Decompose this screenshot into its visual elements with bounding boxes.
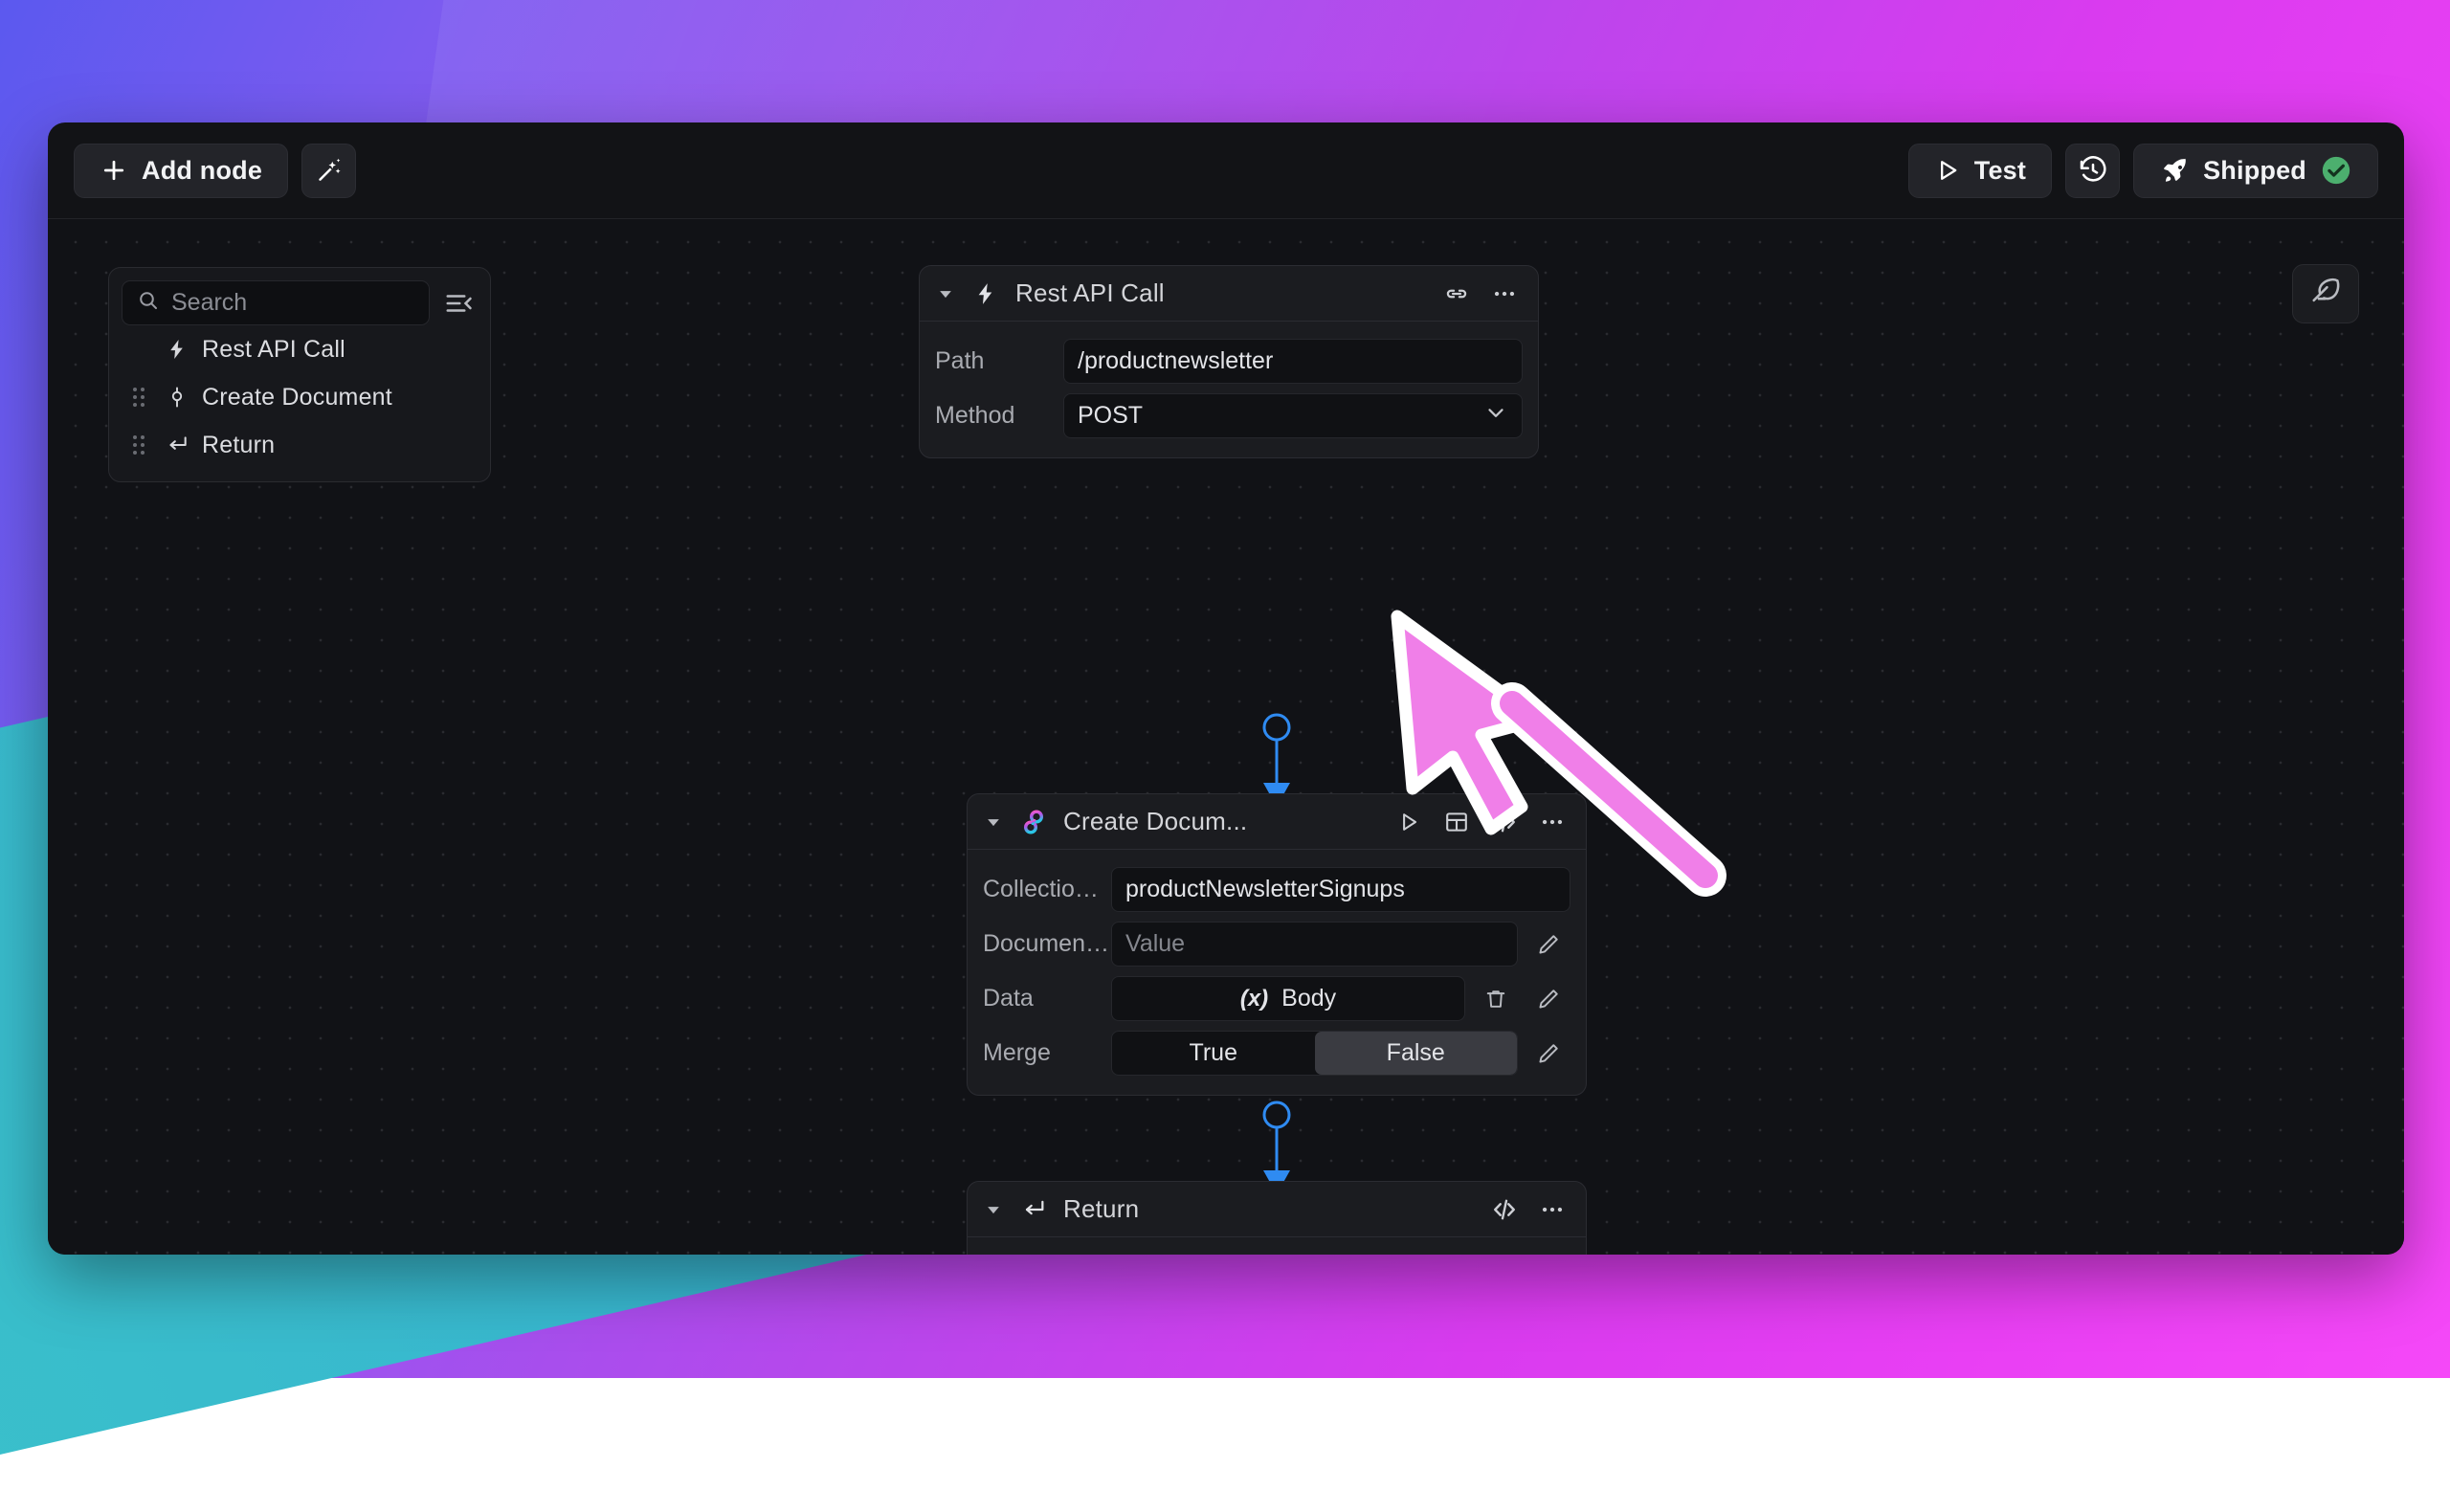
field-row-merge: Merge True False <box>983 1031 1570 1076</box>
data-variable-chip[interactable]: (x) Body <box>1111 976 1465 1021</box>
chevron-down-icon[interactable] <box>935 284 956 303</box>
drag-handle-icon[interactable] <box>125 434 152 456</box>
node-circle-icon <box>158 386 196 409</box>
variable-name: Body <box>1281 985 1336 1012</box>
flow-node-rest-api-call[interactable]: Rest API Call <box>919 265 1539 458</box>
magic-wand-icon <box>315 156 344 185</box>
field-row-data: Data (x) Body <box>983 976 1570 1021</box>
top-toolbar: Add node <box>48 122 2404 219</box>
merge-option-true[interactable]: True <box>1112 1032 1315 1075</box>
node-header: Rest API Call <box>920 266 1538 322</box>
search-field-wrapper[interactable] <box>122 280 430 325</box>
more-icon[interactable] <box>1536 806 1569 838</box>
chevron-down-icon <box>1483 400 1508 432</box>
field-row-document-id: Document ID Value <box>983 922 1570 967</box>
return-arrow-icon <box>158 433 196 457</box>
test-label: Test <box>1974 156 2026 186</box>
method-select[interactable]: POST <box>1063 393 1523 438</box>
document-id-input[interactable]: Value <box>1111 922 1518 967</box>
chevron-down-icon[interactable] <box>983 812 1004 832</box>
node-list-item-return[interactable]: Return <box>122 421 478 469</box>
node-body: Status code OK (200) <box>968 1237 1586 1255</box>
check-circle-icon <box>2320 154 2352 187</box>
drag-handle-icon[interactable] <box>125 386 152 409</box>
shipped-status-button[interactable]: Shipped <box>2133 144 2378 198</box>
code-icon[interactable] <box>1488 1193 1521 1226</box>
app-window: Add node <box>48 122 2404 1255</box>
node-list-item-rest-api-call[interactable]: Rest API Call <box>122 325 478 373</box>
node-body: Collection N... productNewsletterSignups… <box>968 850 1586 1095</box>
lightning-bolt-icon <box>158 338 196 361</box>
chevron-down-icon[interactable] <box>983 1200 1004 1219</box>
merge-segmented-control[interactable]: True False <box>1111 1031 1518 1076</box>
field-row-path: Path /productnewsletter <box>935 339 1523 384</box>
field-label: Merge <box>983 1039 1111 1067</box>
path-input[interactable]: /productnewsletter <box>1063 339 1523 384</box>
more-icon[interactable] <box>1536 1193 1569 1226</box>
node-list-item-label: Rest API Call <box>202 336 345 364</box>
variable-prefix: (x) <box>1240 986 1268 1012</box>
toolbar-right-group: Test Shipped <box>1908 144 2378 198</box>
node-header: Create Docum... <box>968 794 1586 850</box>
history-button[interactable] <box>2065 144 2120 198</box>
node-list-item-create-document[interactable]: Create Document <box>122 373 478 421</box>
play-icon <box>1934 157 1961 184</box>
merge-option-false[interactable]: False <box>1315 1032 1518 1075</box>
node-header-actions <box>1440 278 1521 310</box>
add-node-button[interactable]: Add node <box>74 144 288 198</box>
search-input[interactable] <box>171 289 414 317</box>
return-arrow-icon <box>1017 1196 1050 1223</box>
feather-button[interactable] <box>2292 264 2359 323</box>
code-icon[interactable] <box>1488 806 1521 838</box>
edit-pencil-icon[interactable] <box>1526 922 1570 967</box>
field-row-method: Method POST <box>935 393 1523 438</box>
node-search-row <box>122 280 478 325</box>
magic-wand-button[interactable] <box>301 144 356 198</box>
field-label: Data <box>983 985 1111 1012</box>
test-button[interactable]: Test <box>1908 144 2052 198</box>
flow-node-return[interactable]: Return Status code <box>967 1181 1587 1255</box>
shipped-label: Shipped <box>2203 156 2306 186</box>
node-list-item-label: Create Document <box>202 384 392 411</box>
node-header-actions <box>1392 806 1569 838</box>
node-list-item-label: Return <box>202 432 275 459</box>
table-icon[interactable] <box>1440 806 1473 838</box>
feather-icon <box>2308 275 2343 314</box>
node-body: Path /productnewsletter Method POST <box>920 322 1538 457</box>
edit-pencil-icon[interactable] <box>1526 976 1570 1021</box>
node-list-panel: Rest API Call Create Document <box>108 267 491 482</box>
search-icon <box>137 289 160 317</box>
collapse-panel-icon[interactable] <box>439 284 478 322</box>
plus-icon <box>100 156 128 185</box>
node-title: Create Docum... <box>1063 807 1247 836</box>
edit-pencil-icon[interactable] <box>1526 1031 1570 1076</box>
play-icon[interactable] <box>1392 806 1425 838</box>
field-label: Document ID <box>983 930 1111 958</box>
add-node-label: Add node <box>142 156 262 186</box>
node-title: Return <box>1063 1194 1139 1224</box>
node-header: Return <box>968 1182 1586 1237</box>
toolbar-left-group: Add node <box>74 144 356 198</box>
node-title: Rest API Call <box>1015 278 1165 308</box>
lightning-bolt-icon <box>969 281 1002 306</box>
appwrite-loop-icon <box>1017 807 1050 837</box>
delete-trash-icon[interactable] <box>1473 976 1518 1021</box>
more-icon[interactable] <box>1488 278 1521 310</box>
field-label: Path <box>935 347 1063 375</box>
flow-node-create-document[interactable]: Create Docum... <box>967 793 1587 1096</box>
rocket-icon <box>2159 155 2190 186</box>
field-label: Method <box>935 402 1063 430</box>
flow-canvas[interactable]: Rest API Call Create Document <box>48 219 2404 1255</box>
collection-name-input[interactable]: productNewsletterSignups <box>1111 867 1570 912</box>
link-icon[interactable] <box>1440 278 1473 310</box>
node-header-actions <box>1488 1193 1569 1226</box>
method-select-value: POST <box>1078 402 1143 430</box>
field-row-collection-name: Collection N... productNewsletterSignups <box>983 867 1570 912</box>
field-label: Collection N... <box>983 876 1111 903</box>
history-clock-icon <box>2078 155 2108 186</box>
